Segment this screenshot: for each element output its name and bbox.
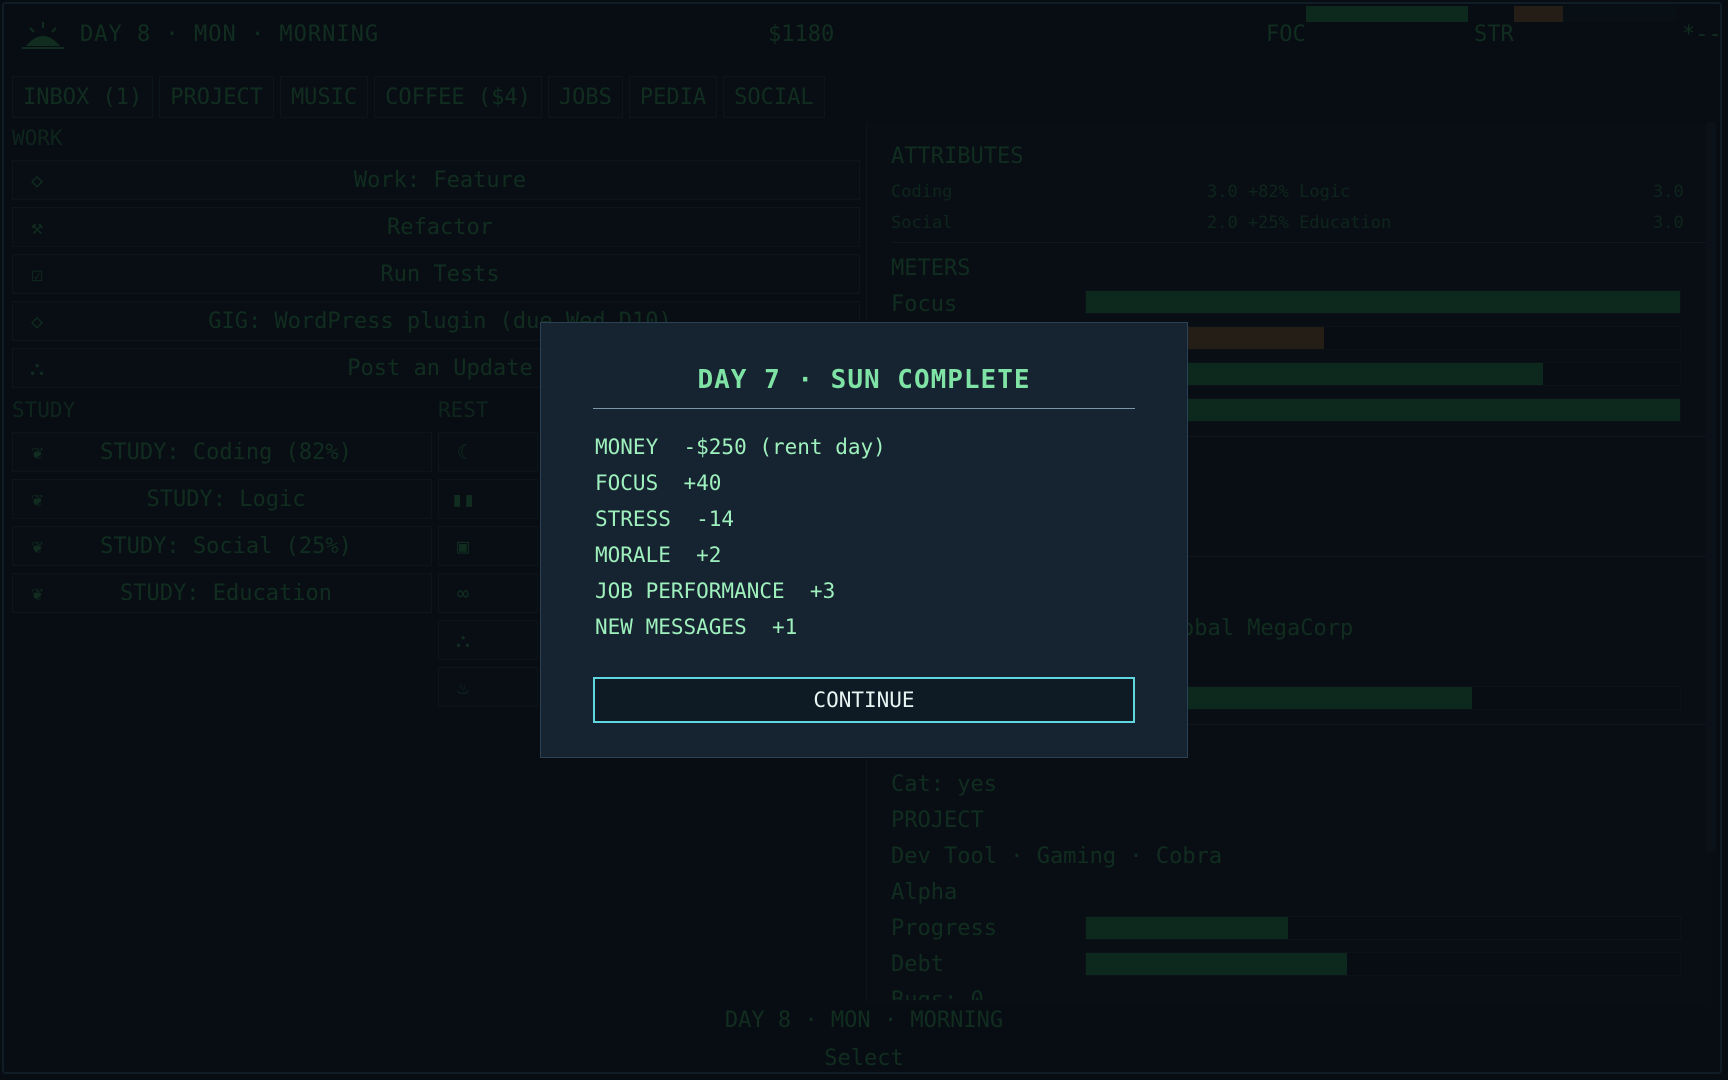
money-change: MONEY -$250 (rent day) <box>595 435 886 459</box>
job-performance-change: JOB PERFORMANCE +3 <box>595 579 836 603</box>
focus-change: FOCUS +40 <box>595 471 722 495</box>
dialog-title: DAY 7 · SUN COMPLETE <box>697 365 1031 395</box>
new-messages-change: NEW MESSAGES +1 <box>595 615 798 639</box>
continue-button[interactable]: CONTINUE <box>593 677 1135 723</box>
stress-change: STRESS -14 <box>595 507 735 531</box>
day-summary-dialog: DAY 7 · SUN COMPLETE MONEY -$250 (rent d… <box>540 322 1188 758</box>
dialog-divider <box>593 408 1135 409</box>
morale-change: MORALE +2 <box>595 543 722 567</box>
